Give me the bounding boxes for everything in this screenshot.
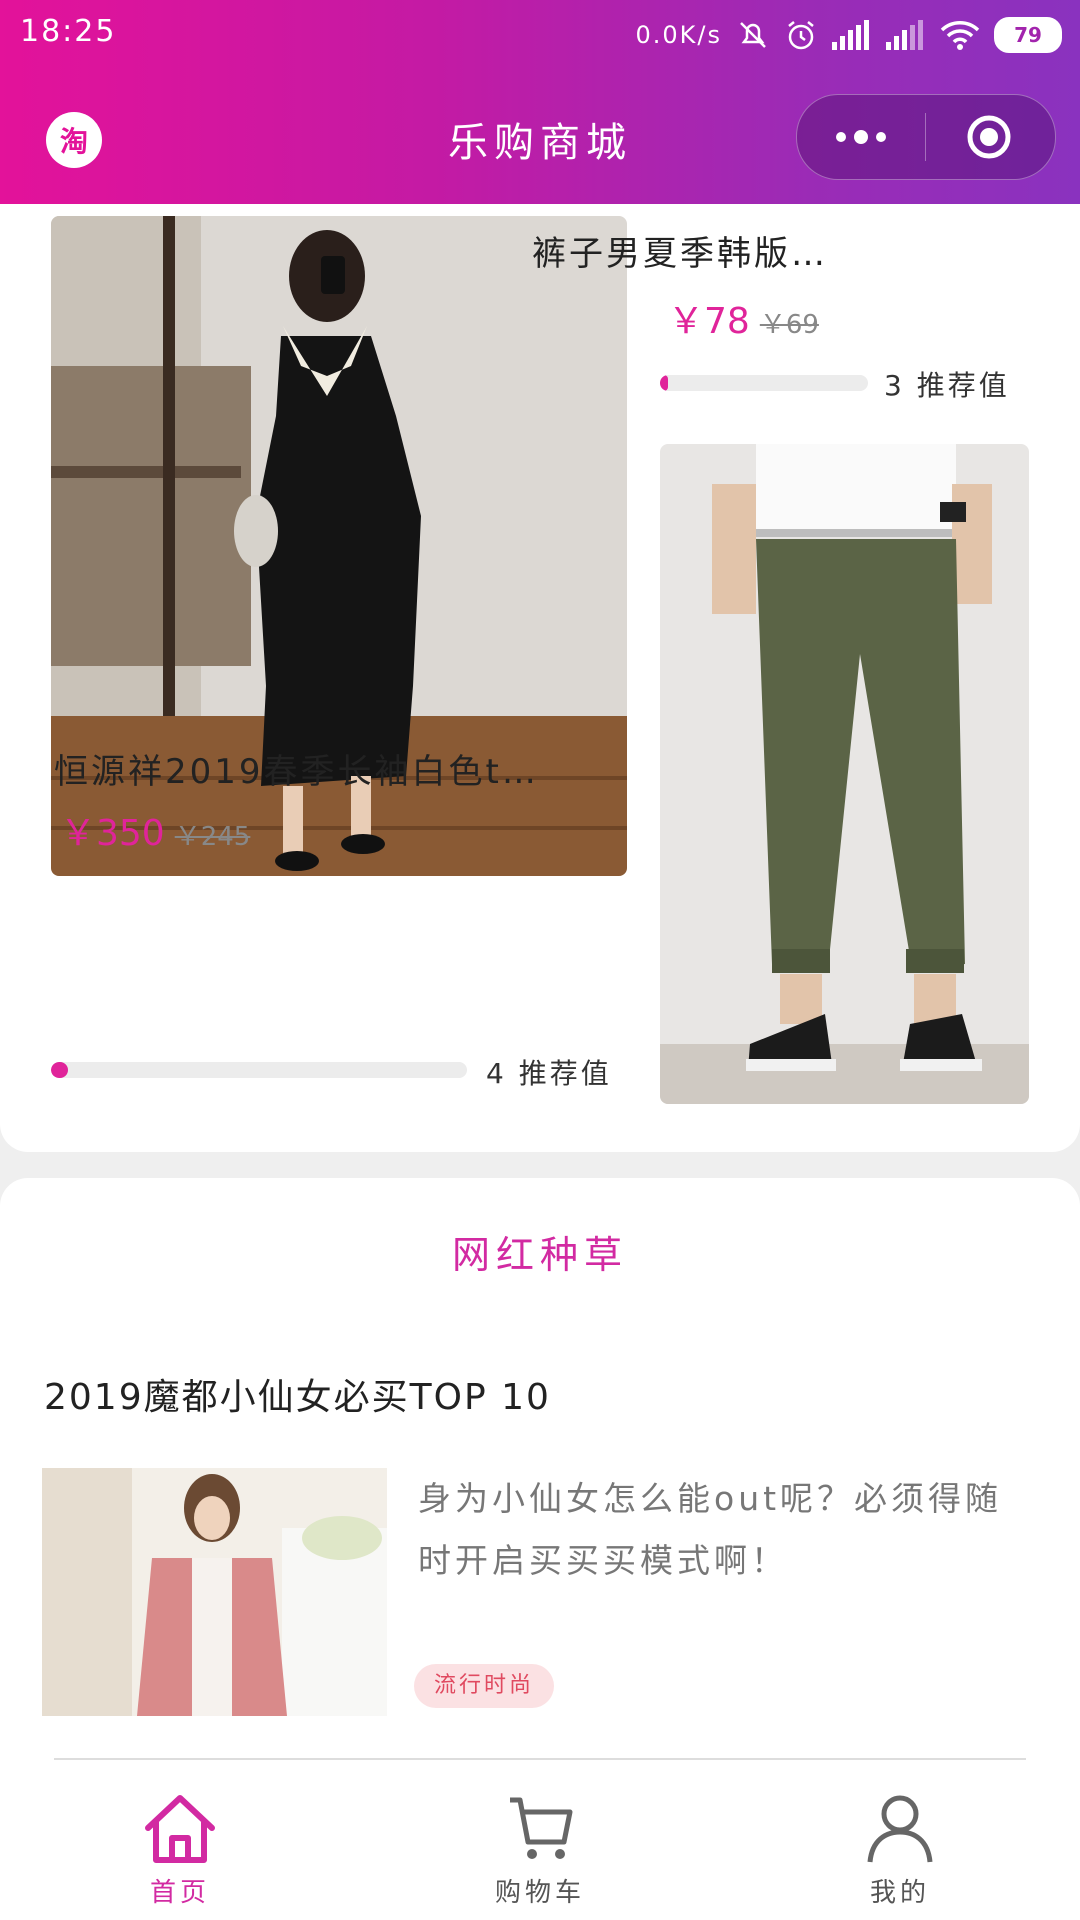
close-mini-program-icon[interactable] bbox=[967, 115, 1011, 159]
recommend-bar bbox=[660, 375, 868, 391]
current-price: ￥350 bbox=[60, 813, 165, 854]
header: 18:25 0.0K/s 79 淘 乐购商城 bbox=[0, 0, 1080, 204]
tab-label: 我的 bbox=[869, 1878, 930, 1908]
product-image-pants[interactable] bbox=[660, 444, 1029, 1104]
more-button[interactable] bbox=[797, 95, 925, 179]
product-price: ￥350 ￥245 bbox=[60, 804, 250, 856]
tab-cart[interactable]: 购物车 bbox=[440, 1760, 640, 1920]
tab-label: 购物车 bbox=[494, 1878, 585, 1908]
influencer-section: 网红种草 2019魔都小仙女必买TOP 10 身为小仙女怎么能out呢？必须得随… bbox=[0, 1178, 1080, 1778]
tab-bar: 首页 购物车 我的 bbox=[0, 1760, 1080, 1920]
article-image[interactable] bbox=[42, 1468, 387, 1716]
product-grid: 裤子男夏季韩版… ￥78 ￥69 3 推荐值 恒源祥2019春季长袖白色t… ￥… bbox=[0, 204, 1080, 1152]
signal-icon bbox=[832, 20, 869, 50]
capsule-divider bbox=[925, 113, 926, 161]
recommend-bar-fill bbox=[51, 1062, 68, 1078]
mini-program-capsule bbox=[796, 94, 1056, 180]
user-icon bbox=[867, 1795, 933, 1863]
product-price: ￥78 ￥69 bbox=[668, 292, 819, 344]
more-dot-icon bbox=[854, 130, 868, 144]
product-name[interactable]: 恒源祥2019春季长袖白色t… bbox=[54, 744, 539, 793]
status-bar: 18:25 0.0K/s 79 bbox=[0, 0, 1080, 70]
article-photo bbox=[42, 1468, 387, 1716]
category-tag[interactable]: 流行时尚 bbox=[414, 1664, 555, 1708]
product-name[interactable]: 裤子男夏季韩版… bbox=[532, 226, 828, 275]
home-icon bbox=[145, 1795, 215, 1863]
status-time: 18:25 bbox=[20, 14, 117, 49]
recommend-bar-fill bbox=[660, 375, 669, 391]
network-speed: 0.0K/s bbox=[635, 21, 722, 49]
mute-icon bbox=[740, 22, 766, 48]
original-price: ￥245 bbox=[174, 822, 251, 852]
original-price: ￥69 bbox=[759, 310, 819, 340]
article-title[interactable]: 2019魔都小仙女必买TOP 10 bbox=[44, 1368, 551, 1420]
tab-profile[interactable]: 我的 bbox=[800, 1760, 1000, 1920]
tab-home[interactable]: 首页 bbox=[80, 1760, 280, 1920]
article-description: 身为小仙女怎么能out呢？必须得随时开启买买买模式啊！ bbox=[418, 1479, 1003, 1580]
more-dot-icon bbox=[876, 132, 886, 142]
current-price: ￥78 bbox=[668, 301, 750, 342]
recommend-value: 4 推荐值 bbox=[486, 1057, 612, 1090]
pants-photo bbox=[660, 444, 1029, 1104]
recommend-bar bbox=[51, 1062, 467, 1078]
tab-label: 首页 bbox=[149, 1878, 210, 1908]
section-title: 网红种草 bbox=[451, 1233, 628, 1277]
alarm-icon bbox=[788, 21, 814, 50]
cart-icon bbox=[510, 1797, 573, 1859]
status-icons: 0.0K/s 79 bbox=[635, 12, 1062, 58]
recommend-value: 3 推荐值 bbox=[884, 369, 1010, 402]
nav-bar: 淘 乐购商城 bbox=[0, 70, 1080, 204]
more-dot-icon bbox=[836, 132, 846, 142]
wifi-icon bbox=[940, 21, 980, 50]
battery-indicator: 79 bbox=[994, 17, 1062, 53]
signal-icon-2 bbox=[886, 20, 923, 50]
